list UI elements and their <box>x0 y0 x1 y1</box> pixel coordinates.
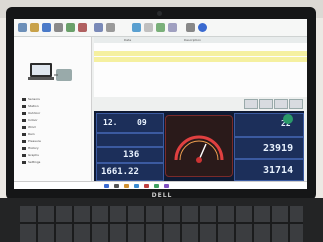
column-header[interactable]: Description <box>184 37 201 43</box>
readout-panel-right: 22 <box>234 113 304 137</box>
keyboard-row-divider <box>20 222 303 224</box>
view-button[interactable] <box>274 99 288 109</box>
tree-item[interactable]: Pressure <box>22 139 90 144</box>
app-icon[interactable] <box>164 184 169 188</box>
tree-item[interactable]: Wind <box>22 125 90 130</box>
export-icon[interactable] <box>168 23 177 32</box>
readout-panel-mid <box>96 133 164 147</box>
readout-panel-right: 23919 <box>234 137 304 159</box>
readout-value: 23919 <box>263 143 294 154</box>
tree-item[interactable]: Sensors <box>22 97 90 102</box>
table-row[interactable] <box>94 57 307 62</box>
readout-value: 1661.22 <box>101 167 139 177</box>
weather-dashboard: 12. 09 136 1661.22 22 23919 <box>94 111 304 183</box>
readout-value: 136 <box>123 150 140 160</box>
laptop-screen: Sensors Station Outdoor Indoor Wind Rain… <box>14 19 307 189</box>
readout-panel-top: 12. 09 <box>96 113 164 133</box>
view-buttons <box>244 99 304 109</box>
status-icon <box>283 114 293 124</box>
readout-panel: 136 <box>96 147 164 163</box>
refresh-icon[interactable] <box>78 23 87 32</box>
tree-item[interactable]: Station <box>22 104 90 109</box>
browser-icon[interactable] <box>134 184 139 188</box>
view-button[interactable] <box>244 99 258 109</box>
taskbar <box>14 181 307 189</box>
settings-icon[interactable] <box>66 23 75 32</box>
table-row[interactable] <box>94 45 307 50</box>
app-icon[interactable] <box>144 184 149 188</box>
tools-icon[interactable] <box>106 23 115 32</box>
help-icon[interactable] <box>132 23 141 32</box>
print-icon[interactable] <box>54 23 63 32</box>
gauge-dial <box>174 135 224 163</box>
speed-gauge <box>165 115 233 177</box>
search-icon[interactable] <box>114 184 119 188</box>
filter-icon[interactable] <box>186 23 195 32</box>
sensor-icon[interactable] <box>156 23 165 32</box>
app-icon[interactable] <box>154 184 159 188</box>
readout-panel-right: 31714 <box>234 159 304 181</box>
home-icon[interactable] <box>18 23 27 32</box>
tree-item[interactable]: Outdoor <box>22 111 90 116</box>
keyboard <box>20 206 303 242</box>
save-icon[interactable] <box>42 23 51 32</box>
device-illustration <box>28 63 72 81</box>
event-table: Date Description <box>94 37 307 97</box>
table-header: Date Description <box>94 37 307 43</box>
tree-item[interactable]: Settings <box>22 160 90 165</box>
chart-icon[interactable] <box>94 23 103 32</box>
view-button[interactable] <box>289 99 303 109</box>
app-toolbar <box>14 19 307 37</box>
tree-item[interactable]: Graphs <box>22 153 90 158</box>
left-navigation-pane: Sensors Station Outdoor Indoor Wind Rain… <box>14 37 92 181</box>
tree-item[interactable]: Rain <box>22 132 90 137</box>
table-row[interactable] <box>94 51 307 56</box>
view-icon[interactable] <box>144 23 153 32</box>
view-button[interactable] <box>259 99 273 109</box>
readout-value: 31714 <box>263 165 294 176</box>
tree-item[interactable]: Indoor <box>22 118 90 123</box>
folder-icon[interactable] <box>30 23 39 32</box>
webcam <box>157 11 162 16</box>
start-icon[interactable] <box>104 184 109 188</box>
readout-panel: 1661.22 <box>96 163 164 181</box>
column-header[interactable]: Date <box>124 37 131 43</box>
tree-item[interactable]: History <box>22 146 90 151</box>
readout-value: 09 <box>137 118 147 127</box>
globe-icon[interactable] <box>198 23 207 32</box>
readout-value: 12. <box>103 118 118 127</box>
explorer-icon[interactable] <box>124 184 129 188</box>
